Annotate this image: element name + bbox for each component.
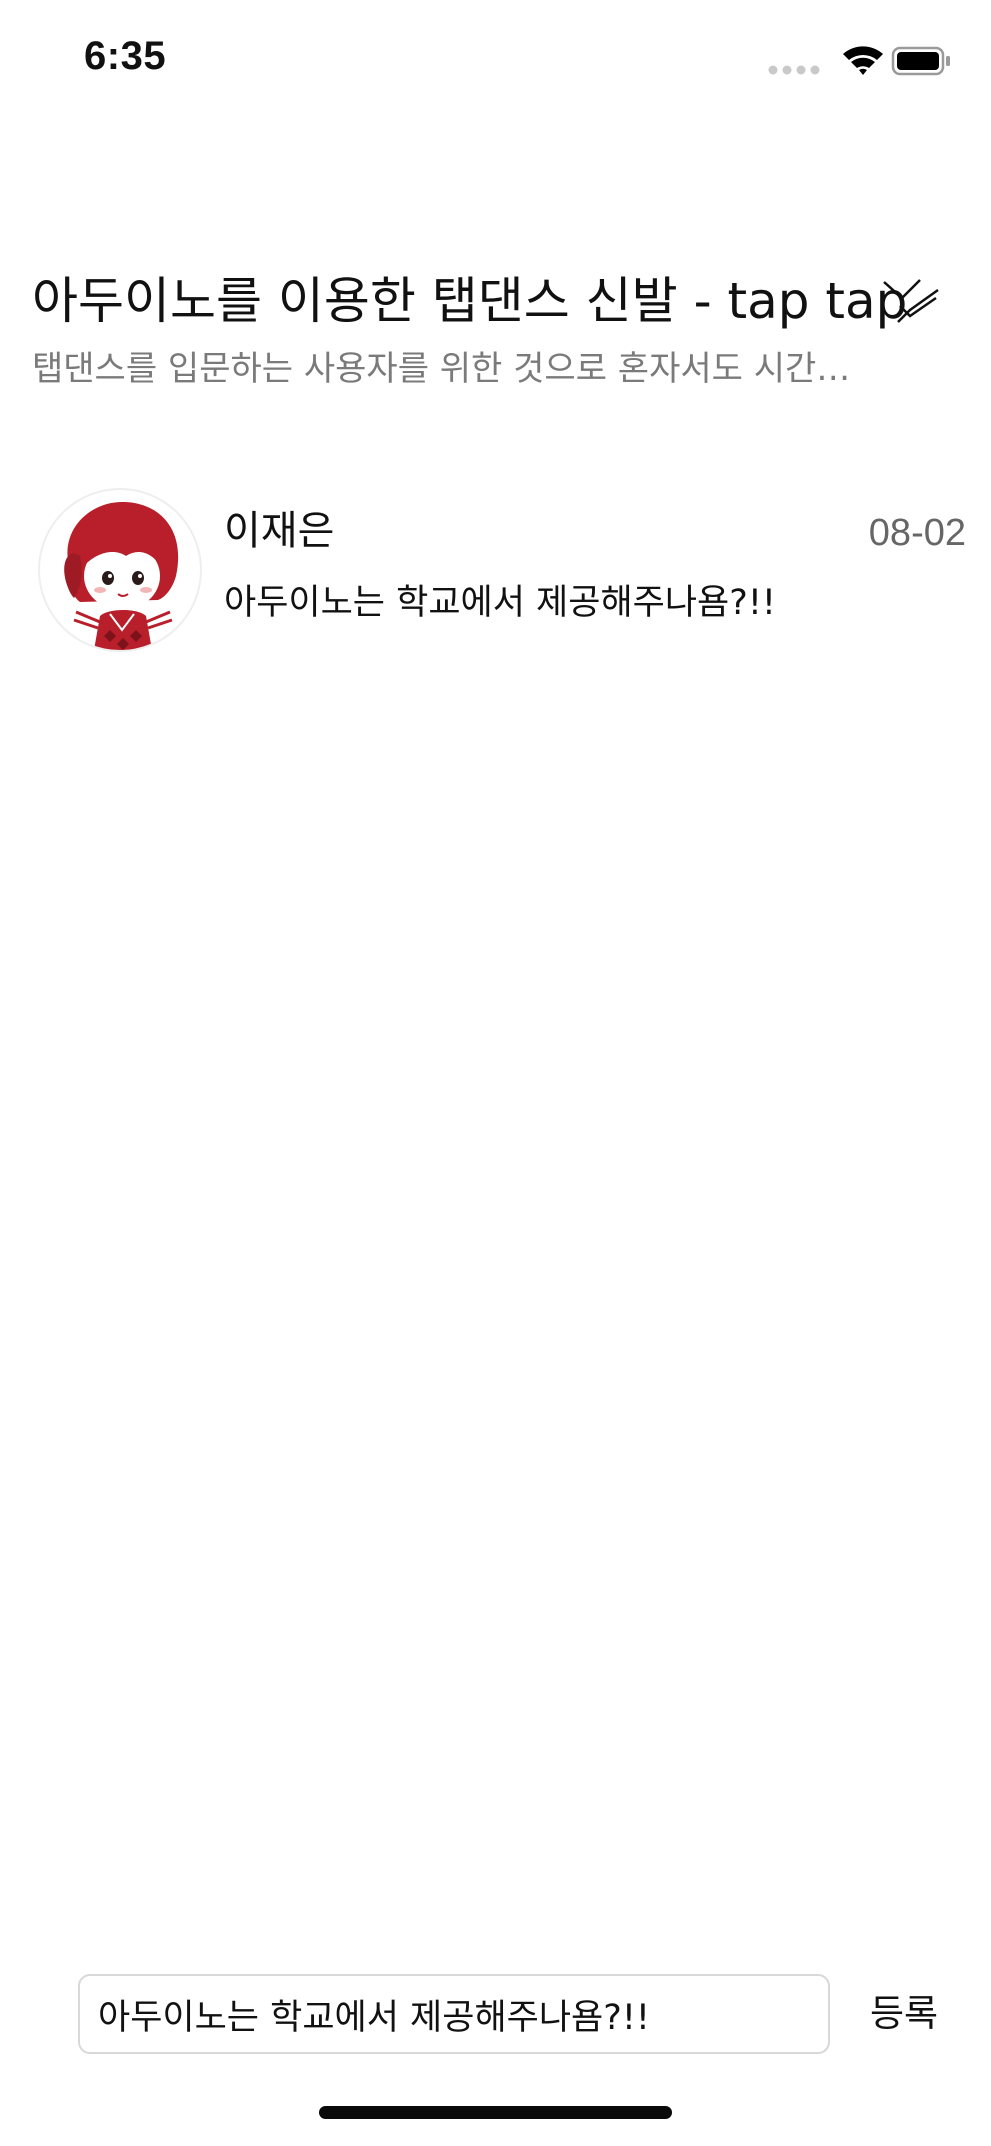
wifi-icon [843,46,883,75]
submit-button[interactable]: 등록 [858,1982,950,2046]
comment-list: 이재은 08-02 아두이노는 학교에서 제공해주나욤?!! [38,488,966,658]
status-time: 6:35 [84,34,167,78]
battery-icon [891,46,950,76]
avatar [38,488,202,652]
signal-dots-icon [768,65,820,75]
comment-text: 아두이노는 학교에서 제공해주나욤?!! [224,583,776,623]
status-bar: 6:35 [0,0,991,120]
post-description: 탭댄스를 입문하는 사용자를 위한 것으로 혼자서도 시간… [32,349,851,389]
avatar-character-icon [64,502,179,650]
home-indicator[interactable] [319,2106,672,2119]
check-icon[interactable] [880,276,940,328]
comment-date: 08-02 [868,512,966,554]
comment-author: 이재은 [224,508,335,554]
post-title: 아두이노를 이용한 탭댄스 신발 - tap tap [32,272,908,330]
comment-item[interactable]: 이재은 08-02 아두이노는 학교에서 제공해주나욤?!! [38,488,966,658]
comment-input-bar: 등록 [0,1970,991,2060]
status-icons [767,42,951,82]
post-header: 아두이노를 이용한 탭댄스 신발 - tap tap 탭댄스를 입문하는 사용자… [32,268,962,392]
comment-input[interactable] [78,1974,830,2054]
